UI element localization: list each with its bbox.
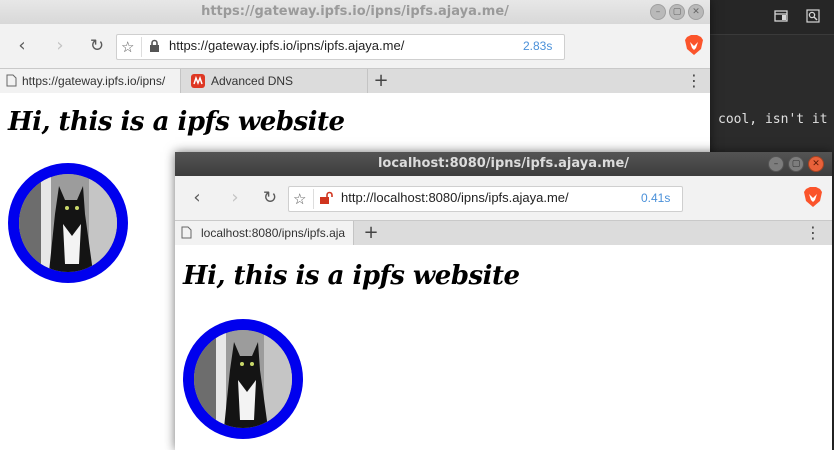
brave-lion-icon[interactable]: [803, 186, 823, 208]
url-text: http://localhost:8080/ipns/ipfs.ajaya.me…: [341, 190, 569, 205]
close-button[interactable]: ✕: [808, 156, 824, 172]
navigation-toolbar: ‹ › ↻ ☆ https://gateway.ipfs.io/ipns/ipf…: [0, 24, 710, 68]
maximize-button[interactable]: ▢: [788, 156, 804, 172]
tab-localhost[interactable]: localhost:8080/ipns/ipfs.aja: [175, 221, 354, 245]
forward-button[interactable]: ›: [225, 188, 245, 208]
maximize-button[interactable]: ▢: [669, 4, 685, 20]
panel-icon[interactable]: [774, 9, 788, 23]
window-title: https://gateway.ipfs.io/ipns/ipfs.ajaya.…: [201, 4, 509, 19]
avatar: [183, 319, 303, 439]
bookmark-star-icon[interactable]: ☆: [293, 189, 306, 209]
minimize-button[interactable]: –: [768, 156, 784, 172]
url-text: https://gateway.ipfs.io/ipns/ipfs.ajaya.…: [169, 38, 405, 53]
reload-button[interactable]: ↻: [260, 188, 280, 208]
close-button[interactable]: ✕: [688, 4, 704, 20]
minimize-button[interactable]: –: [650, 4, 666, 20]
reload-button[interactable]: ↻: [87, 36, 107, 56]
address-bar[interactable]: ☆ http://localhost:8080/ipns/ipfs.ajaya.…: [288, 186, 683, 212]
namecheap-icon: [191, 74, 205, 88]
tab-strip: https://gateway.ipfs.io/ipns/ Advanced D…: [0, 68, 710, 94]
tab-label: Advanced DNS: [211, 74, 294, 88]
new-tab-button[interactable]: +: [369, 69, 393, 93]
insecure-lock-icon[interactable]: [319, 191, 335, 208]
terminal-output: cool, isn't it: [718, 112, 828, 127]
cat-photo: [194, 330, 292, 428]
tab-strip: localhost:8080/ipns/ipfs.aja + ⋮: [175, 220, 832, 246]
web-page-content: Hi, this is a ipfs website: [175, 245, 832, 450]
back-button[interactable]: ‹: [187, 188, 207, 208]
divider: [313, 189, 314, 209]
cat-photo: [19, 174, 117, 272]
search-icon[interactable]: [806, 9, 820, 23]
load-time: 2.83s: [523, 39, 553, 53]
avatar: [8, 163, 128, 283]
bookmark-star-icon[interactable]: ☆: [121, 37, 134, 57]
page-heading: Hi, this is a ipfs website: [8, 107, 345, 137]
back-button[interactable]: ‹: [12, 36, 32, 56]
menu-button[interactable]: ⋮: [686, 69, 702, 93]
tab-advanced-dns[interactable]: Advanced DNS: [181, 69, 368, 93]
address-bar[interactable]: ☆ https://gateway.ipfs.io/ipns/ipfs.ajay…: [116, 34, 565, 60]
load-time: 0.41s: [641, 191, 671, 205]
menu-button[interactable]: ⋮: [805, 221, 821, 245]
terminal-toolbar: [710, 0, 834, 35]
page-heading: Hi, this is a ipfs website: [183, 261, 520, 291]
navigation-toolbar: ‹ › ↻ ☆ http://localhost:8080/ipns/ipfs.…: [175, 176, 832, 220]
page-icon: [181, 226, 192, 239]
tab-label: https://gateway.ipfs.io/ipns/: [22, 74, 166, 88]
window-title: localhost:8080/ipns/ipfs.ajaya.me/: [377, 156, 630, 171]
browser-window-localhost[interactable]: localhost:8080/ipns/ipfs.ajaya.me/ – ▢ ✕…: [175, 152, 832, 450]
page-icon: [6, 74, 17, 87]
tab-gateway[interactable]: https://gateway.ipfs.io/ipns/: [0, 69, 181, 93]
divider: [141, 37, 142, 57]
new-tab-button[interactable]: +: [359, 221, 383, 245]
titlebar[interactable]: localhost:8080/ipns/ipfs.ajaya.me/ – ▢ ✕: [175, 152, 832, 176]
titlebar[interactable]: https://gateway.ipfs.io/ipns/ipfs.ajaya.…: [0, 0, 710, 24]
forward-button[interactable]: ›: [50, 36, 70, 56]
lock-icon[interactable]: [149, 39, 160, 56]
brave-lion-icon[interactable]: [684, 34, 704, 56]
tab-label: localhost:8080/ipns/ipfs.aja: [201, 226, 346, 240]
